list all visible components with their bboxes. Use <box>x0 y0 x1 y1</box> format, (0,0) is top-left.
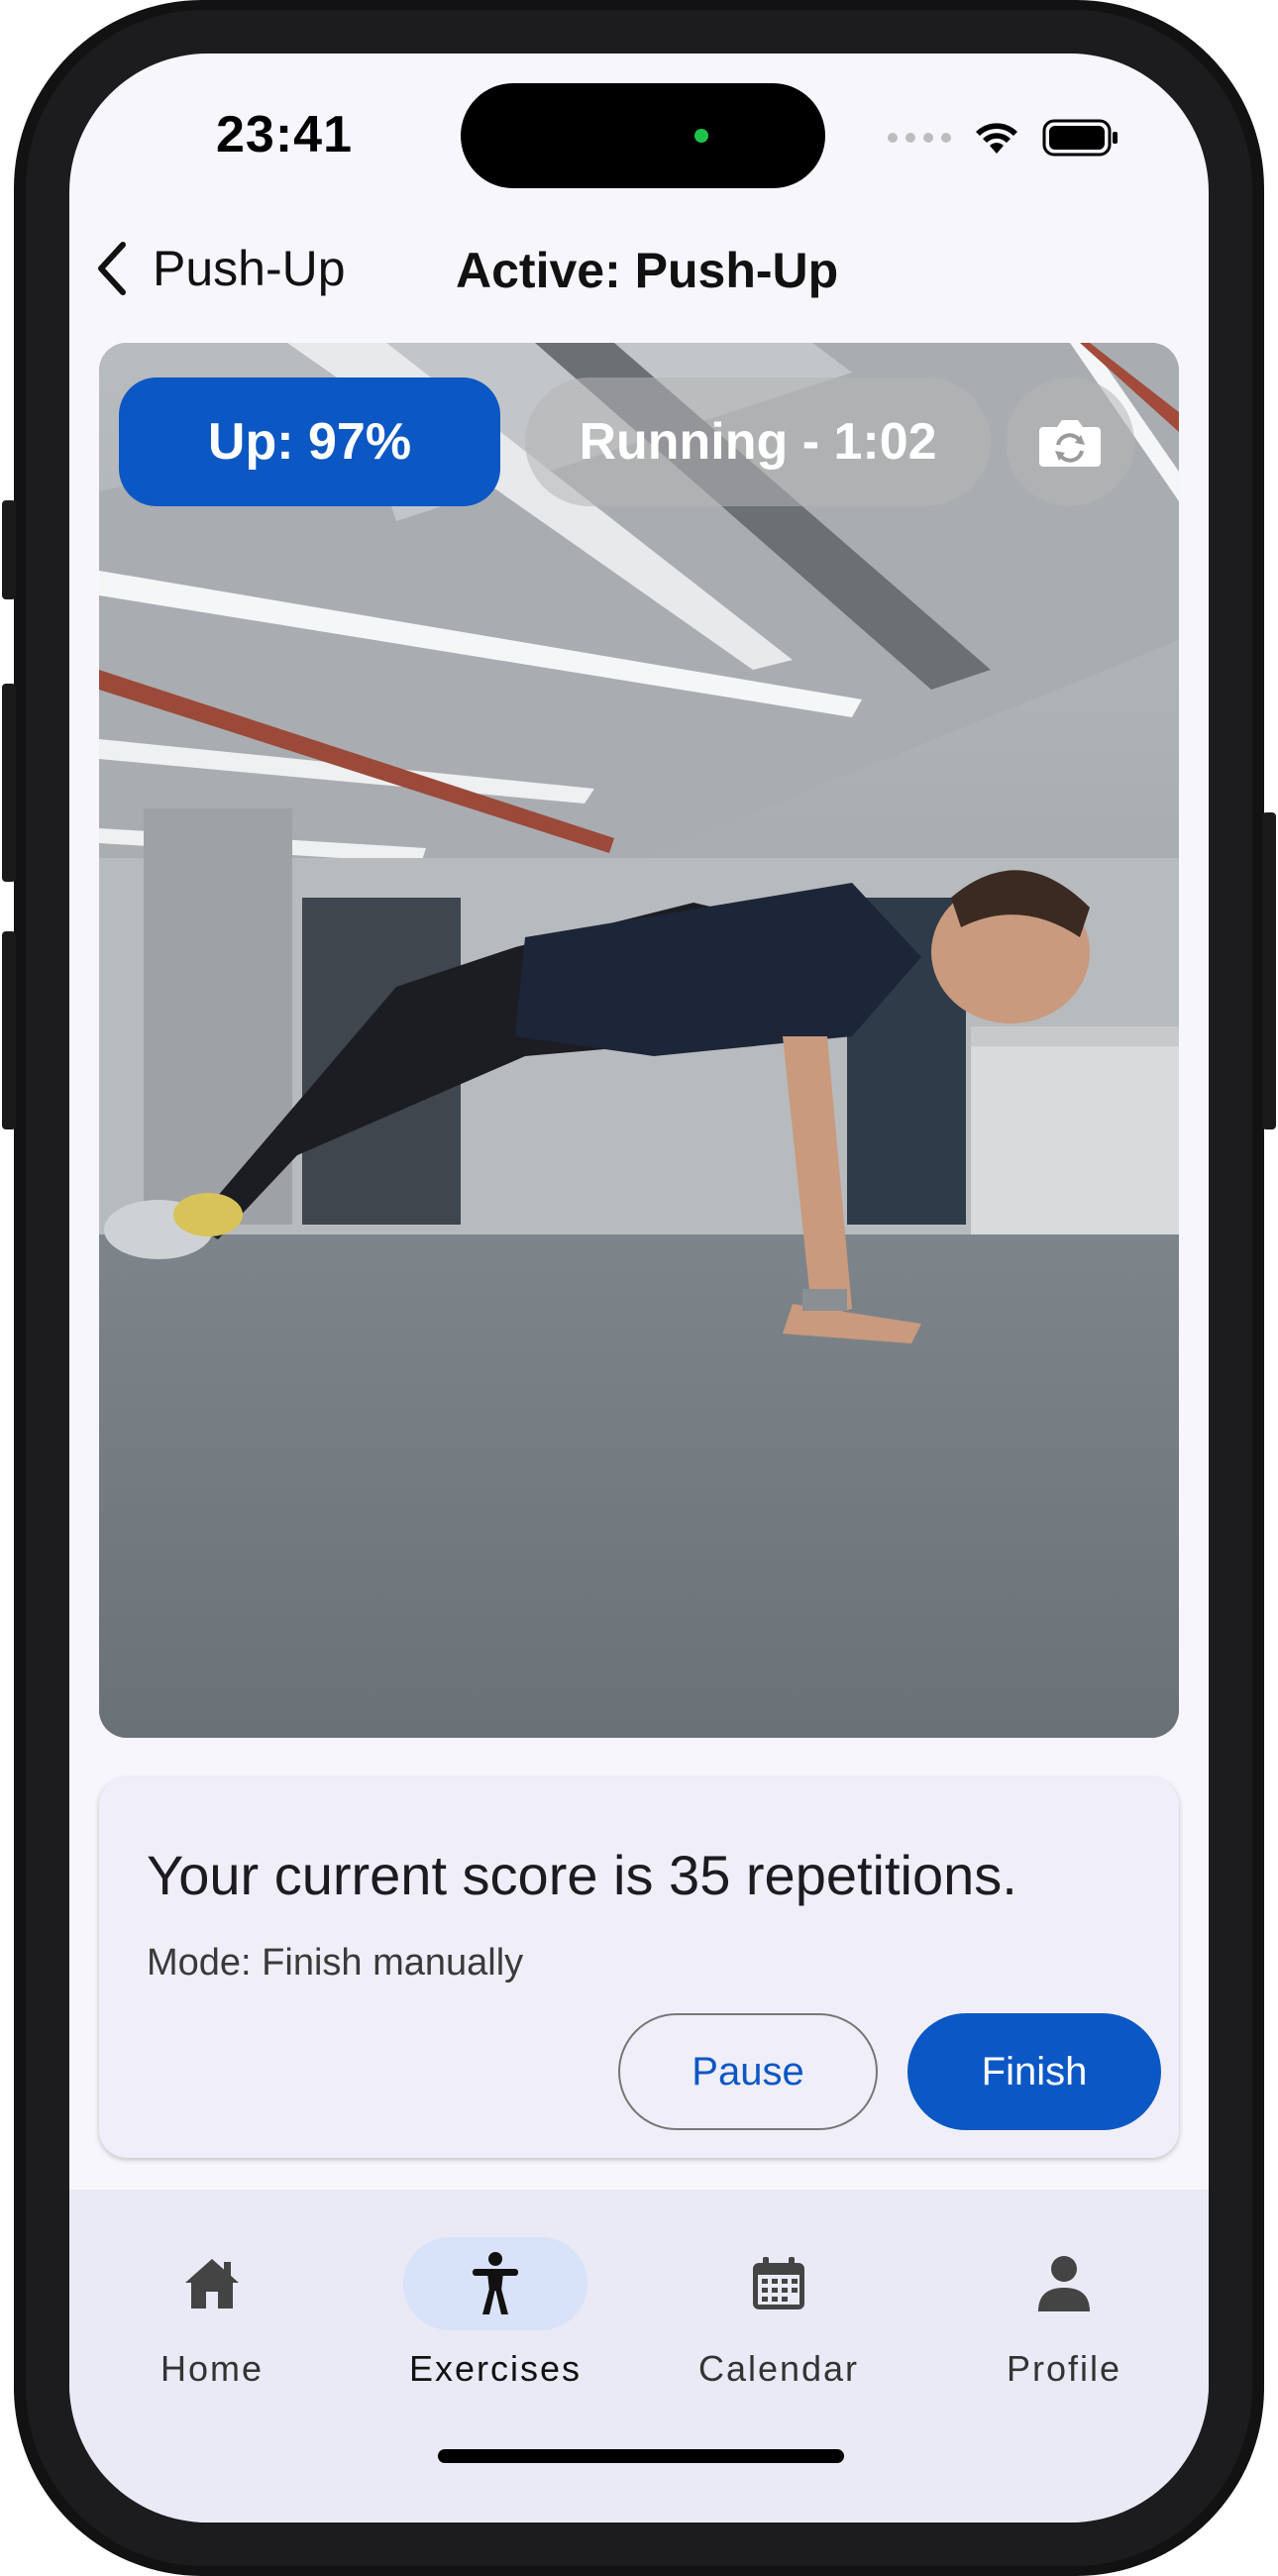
finish-button[interactable]: Finish <box>907 2013 1161 2130</box>
home-icon <box>185 2259 239 2308</box>
mode-text: Mode: Finish manually <box>147 1942 524 1984</box>
score-text: Your current score is 35 repetitions. <box>147 1844 1017 1906</box>
chevron-left-icon <box>98 242 126 295</box>
back-button[interactable]: Push-Up <box>95 240 346 297</box>
tab-exercises-icon-wrap <box>403 2237 587 2330</box>
camera-preview: Up: 97% Running - 1:02 <box>99 343 1179 1738</box>
profile-icon <box>1038 2256 1090 2311</box>
back-label: Push-Up <box>153 241 346 296</box>
person-icon <box>473 2252 518 2314</box>
camera-flip-icon <box>1039 420 1101 467</box>
tab-home[interactable]: Home <box>93 2237 331 2390</box>
volume-down-button <box>2 931 16 1129</box>
tab-calendar[interactable]: Calendar <box>660 2237 898 2390</box>
flip-camera-button[interactable] <box>1006 377 1134 506</box>
volume-up-button <box>2 684 16 882</box>
score-card: Your current score is 35 repetitions. Mo… <box>99 1777 1179 2158</box>
tab-profile-icon-wrap <box>972 2237 1156 2330</box>
bottom-tab-bar: Home Exercises Calendar Profile <box>69 2190 1209 2522</box>
status-icons <box>888 119 1119 157</box>
tab-exercises[interactable]: Exercises <box>376 2237 614 2390</box>
screen: 23:41 Push-Up Active: Push-Up Up: 97% Ru… <box>69 54 1209 2522</box>
camera-indicator-dot <box>694 129 708 143</box>
tab-profile[interactable]: Profile <box>945 2237 1183 2390</box>
tab-home-icon-wrap <box>120 2237 304 2330</box>
tab-exercises-label: Exercises <box>408 2348 583 2389</box>
timer-badge: Running - 1:02 <box>525 377 991 506</box>
pause-button[interactable]: Pause <box>618 2013 878 2130</box>
tab-calendar-icon-wrap <box>687 2237 871 2330</box>
tab-home-label: Home <box>160 2348 265 2389</box>
tab-calendar-label: Calendar <box>697 2348 860 2389</box>
action-button <box>2 500 16 599</box>
camera-feed-image <box>99 343 1179 1738</box>
tab-profile-label: Profile <box>1006 2348 1122 2389</box>
status-time: 23:41 <box>216 106 353 163</box>
dynamic-island <box>461 83 825 188</box>
wifi-icon <box>976 123 1017 154</box>
phase-badge: Up: 97% <box>119 377 500 506</box>
battery-icon <box>1042 119 1118 157</box>
signal-icon <box>888 133 951 143</box>
home-indicator[interactable] <box>438 2449 844 2463</box>
calendar-icon <box>753 2257 804 2309</box>
power-button <box>1262 812 1276 1129</box>
page-title: Active: Push-Up <box>456 243 839 298</box>
